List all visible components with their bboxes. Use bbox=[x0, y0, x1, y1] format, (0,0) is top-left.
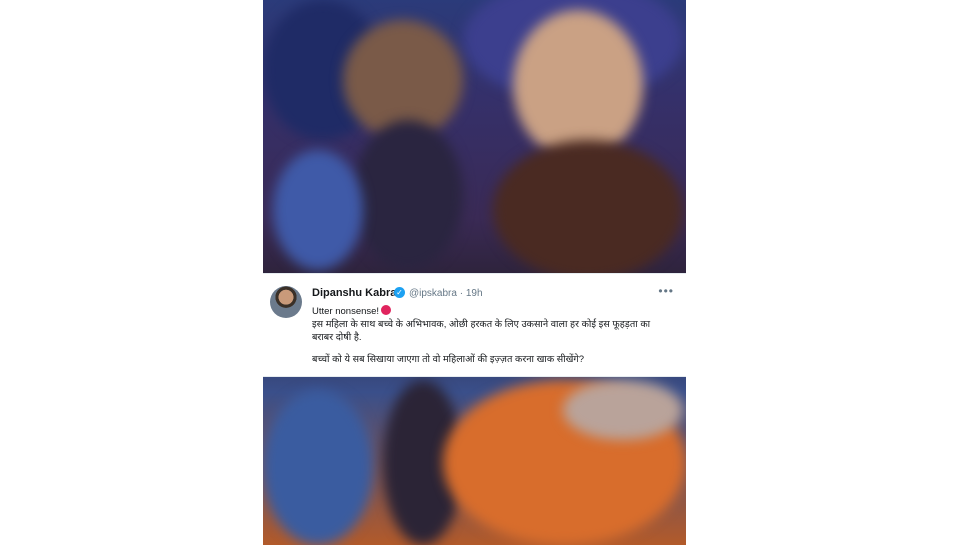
separator-dot: · bbox=[459, 288, 464, 299]
tweet-timestamp[interactable]: 19h bbox=[466, 288, 483, 299]
tweet-line-1: Utter nonsense! bbox=[312, 306, 380, 317]
tweet-line-3: बच्चों को ये सब सिखाया जाएगा तो वो महिला… bbox=[312, 354, 585, 365]
angry-face-emoji-icon bbox=[381, 305, 392, 315]
tweet-card[interactable]: Dipanshu Kabra ✓ @ipskabra · 19h ••• Utt… bbox=[263, 273, 686, 377]
author-name[interactable]: Dipanshu Kabra bbox=[312, 287, 396, 299]
handle-text: @ipskabra bbox=[409, 288, 457, 299]
more-options-icon[interactable]: ••• bbox=[658, 284, 674, 298]
tweet-line-2: इस महिला के साथ बच्चे के अभिभावक, ओछी हर… bbox=[312, 319, 651, 343]
author-handle[interactable]: @ipskabra · 19h bbox=[409, 288, 483, 299]
verified-badge-icon: ✓ bbox=[394, 287, 405, 298]
tweet-body: Utter nonsense! इस महिला के साथ बच्चे के… bbox=[312, 305, 672, 366]
avatar[interactable] bbox=[270, 286, 302, 318]
